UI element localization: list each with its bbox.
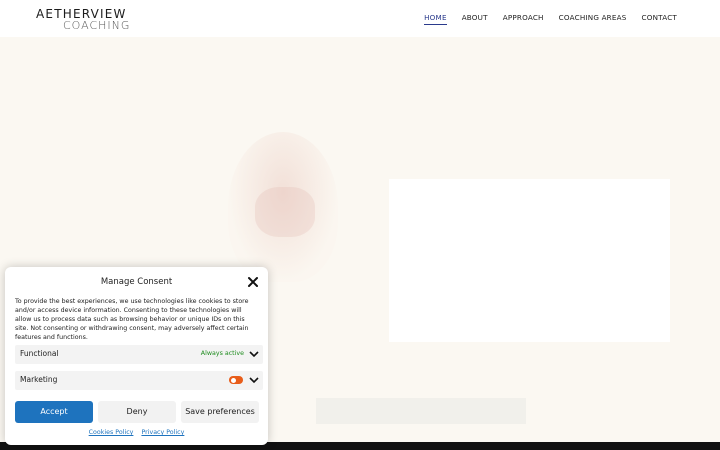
hero-button[interactable] [316,398,526,424]
marketing-toggle[interactable] [229,376,243,384]
logo-line-2: COACHING [63,19,131,32]
accept-button[interactable]: Accept [15,401,93,423]
privacy-policy-link[interactable]: Privacy Policy [141,429,184,436]
nav-contact[interactable]: CONTACT [642,13,677,25]
nav-coaching-areas[interactable]: COACHING AREAS [559,13,627,25]
nav-about[interactable]: ABOUT [462,13,488,25]
main-nav: HOME ABOUT APPROACH COACHING AREAS CONTA… [424,13,677,25]
hero-card [389,179,670,342]
chevron-down-icon[interactable] [249,350,259,358]
toggle-knob [230,377,236,383]
consent-title: Manage Consent [100,277,173,287]
hero-image-detail [255,187,315,237]
save-preferences-button[interactable]: Save preferences [181,401,259,423]
close-icon[interactable] [247,276,259,288]
consent-category-marketing[interactable]: Marketing [15,371,263,390]
category-label: Functional [20,349,59,358]
deny-button[interactable]: Deny [98,401,176,423]
category-label: Marketing [20,375,58,384]
consent-category-functional[interactable]: Functional Always active [15,345,263,364]
always-active-label: Always active [200,350,244,357]
site-header: AETHERVIEW COACHING HOME ABOUT APPROACH … [0,0,720,37]
site-logo[interactable]: AETHERVIEW COACHING [36,8,130,31]
consent-description: To provide the best experiences, we use … [15,298,249,341]
nav-home[interactable]: HOME [424,13,447,25]
chevron-down-icon[interactable] [249,376,259,384]
nav-approach[interactable]: APPROACH [503,13,544,25]
policy-links: Cookies Policy Privacy Policy [5,429,268,436]
cookies-policy-link[interactable]: Cookies Policy [89,429,134,436]
consent-modal: Manage Consent To provide the best exper… [5,267,268,445]
